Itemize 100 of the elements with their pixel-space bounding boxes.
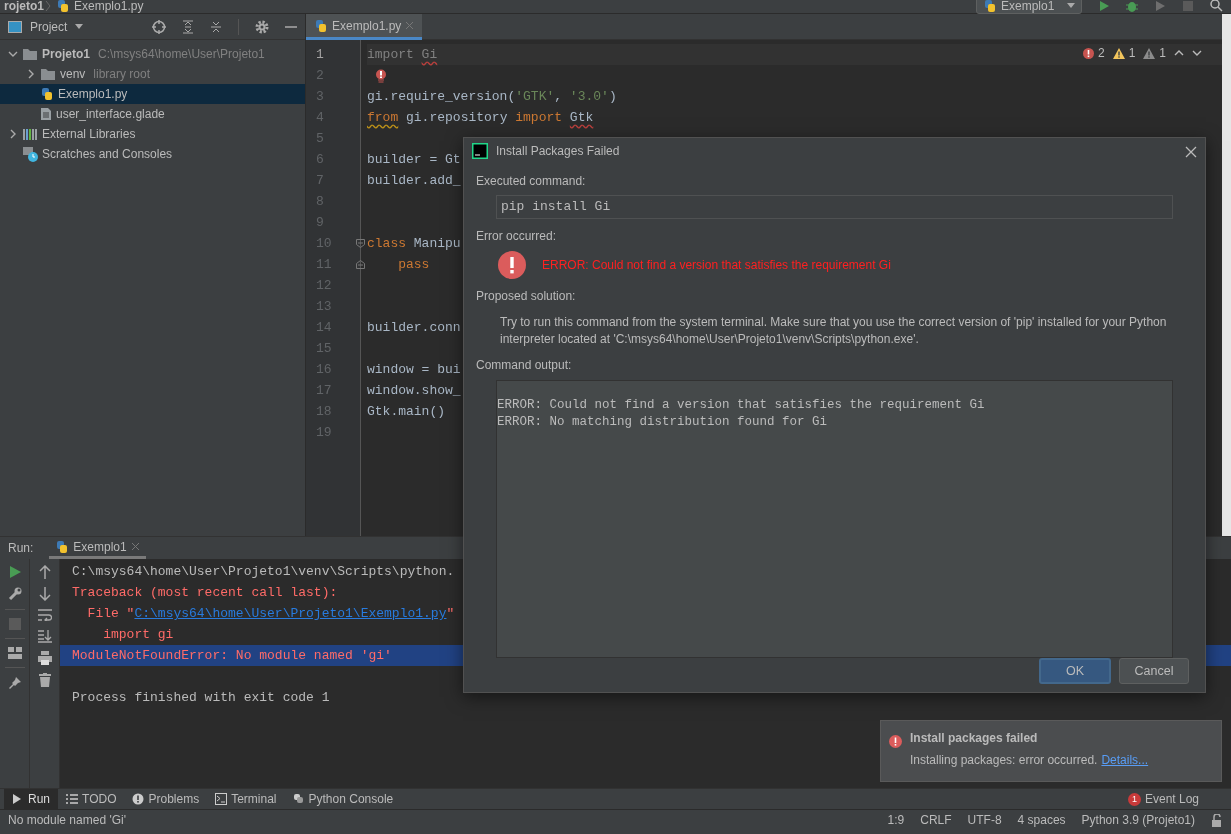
error-count[interactable]: 2: [1082, 44, 1105, 62]
field-label: Error occurred:: [476, 227, 558, 245]
code-line: class Manipu: [367, 235, 461, 253]
field-label: Executed command:: [476, 172, 587, 190]
list-icon: [66, 793, 78, 805]
bug-icon[interactable]: [1126, 0, 1138, 12]
field-label: Command output:: [476, 356, 573, 374]
status-item[interactable]: UTF-8: [967, 811, 1002, 829]
settings-icon[interactable]: [255, 19, 269, 34]
scroll-to-end-icon[interactable]: [37, 629, 52, 643]
python-icon: [56, 0, 70, 13]
bulb-icon[interactable]: [375, 68, 387, 83]
dialog-button[interactable]: OK: [1039, 658, 1111, 684]
event-log-button[interactable]: 1 Event Log: [1119, 789, 1207, 809]
fold-icon[interactable]: [356, 260, 365, 269]
tool-window-button[interactable]: Python Console: [284, 789, 402, 809]
tool-window-button[interactable]: Terminal: [207, 789, 285, 809]
panel-icon: [8, 20, 22, 33]
status-item[interactable]: Python 3.9 (Projeto1): [1081, 811, 1195, 829]
fold-icon[interactable]: [356, 239, 365, 248]
expand-all-icon[interactable]: [182, 19, 194, 34]
arrow-down-icon[interactable]: [38, 587, 51, 601]
arrow-up-icon[interactable]: [38, 565, 51, 579]
console-line: ModuleNotFoundError: No module named 'gi': [72, 647, 392, 665]
status-message: No module named 'Gi': [8, 812, 126, 829]
pin-icon[interactable]: [7, 676, 22, 690]
close-icon[interactable]: [130, 542, 140, 551]
notification-text: Installing packages: error occurred.: [910, 752, 1098, 769]
error-icon: [889, 735, 902, 749]
weak-warning-count[interactable]: 1: [1143, 44, 1166, 62]
status-item[interactable]: 1:9: [887, 811, 905, 829]
chevron-down-icon[interactable]: [8, 49, 18, 59]
caret-icon: [1067, 2, 1075, 9]
app-logo-icon: [472, 142, 488, 159]
code-line: builder.conn: [367, 319, 461, 337]
close-icon[interactable]: [1185, 145, 1197, 158]
chevron-down-icon[interactable]: [1192, 48, 1202, 58]
wrench-icon[interactable]: [7, 587, 22, 601]
collapse-all-icon[interactable]: [210, 19, 222, 34]
run-configuration-dropdown[interactable]: Exemplo1: [976, 0, 1082, 14]
console-line: Traceback (most recent call last):: [72, 584, 338, 602]
code-line: window.show_: [367, 382, 461, 400]
code-line: builder = Gt: [367, 151, 461, 169]
warning-icon: [1143, 47, 1156, 59]
code-line: builder.add_: [367, 172, 461, 190]
info-icon: [132, 793, 145, 805]
tool-window-button[interactable]: Problems: [124, 789, 208, 809]
folder-icon: [40, 67, 56, 81]
command-field[interactable]: pip install Gi: [496, 194, 1173, 219]
error-message: ERROR: Could not find a version that satisfies the requirement Gi: [542, 256, 891, 274]
tool-window-button[interactable]: TODO: [58, 789, 125, 809]
python-icon: [55, 539, 70, 554]
code-line: import Gi: [367, 46, 438, 64]
output-line: ERROR: Could not find a version that satisfies the requirement Gi: [497, 396, 986, 414]
output-line: ERROR: No matching distribution found for Gi: [497, 413, 829, 431]
locate-icon[interactable]: [152, 19, 166, 34]
python-icon: [292, 793, 305, 805]
wrap-icon[interactable]: [37, 609, 52, 621]
tree-item[interactable]: Projeto1 C:\msys64\home\User\Projeto1: [0, 44, 305, 64]
trash-icon[interactable]: [38, 673, 51, 687]
separator-icon: [44, 0, 52, 12]
code-line: pass: [397, 256, 430, 274]
console-text: File ": [86, 605, 135, 623]
libraries-icon: [22, 127, 38, 141]
tree-item[interactable]: venv library root: [0, 64, 305, 84]
tree-item[interactable]: Scratches and Consoles: [0, 144, 305, 164]
editor-tab[interactable]: Exemplo1.py: [306, 14, 423, 40]
code-line: Gtk.main(): [367, 403, 445, 421]
tree-item[interactable]: External Libraries: [0, 124, 305, 144]
search-icon[interactable]: [1210, 0, 1223, 12]
chevron-up-icon[interactable]: [1174, 48, 1184, 58]
print-icon[interactable]: [37, 651, 52, 665]
tree-item[interactable]: user_interface.glade: [0, 104, 305, 124]
chevron-right-icon[interactable]: [8, 129, 18, 139]
folder-icon: [22, 47, 38, 61]
code-line: gi.require_version('GTK', '3.0'): [367, 88, 617, 106]
dialog-button[interactable]: Cancel: [1119, 658, 1189, 684]
panel-title[interactable]: Project: [30, 17, 68, 36]
run-tab[interactable]: Exemplo1: [49, 537, 146, 559]
error-icon: [1082, 47, 1094, 59]
panel-title: Run:: [8, 540, 34, 557]
tree-item[interactable]: Exemplo1.py: [0, 84, 305, 104]
run-icon[interactable]: [1098, 0, 1110, 12]
warning-count[interactable]: 1: [1112, 44, 1136, 62]
status-item[interactable]: 4 spaces: [1017, 811, 1066, 829]
layout-icon[interactable]: [7, 647, 22, 659]
chevron-right-icon[interactable]: [26, 69, 36, 79]
breadcrumb-item[interactable]: Exemplo1.py: [74, 0, 144, 15]
status-item[interactable]: CRLF: [920, 811, 952, 829]
caret-icon[interactable]: [75, 23, 84, 30]
file-link[interactable]: C:\msys64\home\User\Projeto1\Exemplo1.py: [134, 603, 447, 624]
file-icon: [40, 107, 52, 121]
console-text: ": [446, 605, 455, 623]
run-icon[interactable]: [8, 565, 21, 579]
tool-window-button[interactable]: Run: [4, 789, 58, 809]
field-label: Proposed solution:: [476, 287, 577, 305]
error-icon: [498, 250, 526, 279]
details-link[interactable]: Details...: [1101, 751, 1149, 769]
lock-icon[interactable]: [1211, 813, 1223, 827]
breadcrumb-item[interactable]: rojeto1: [4, 0, 44, 15]
